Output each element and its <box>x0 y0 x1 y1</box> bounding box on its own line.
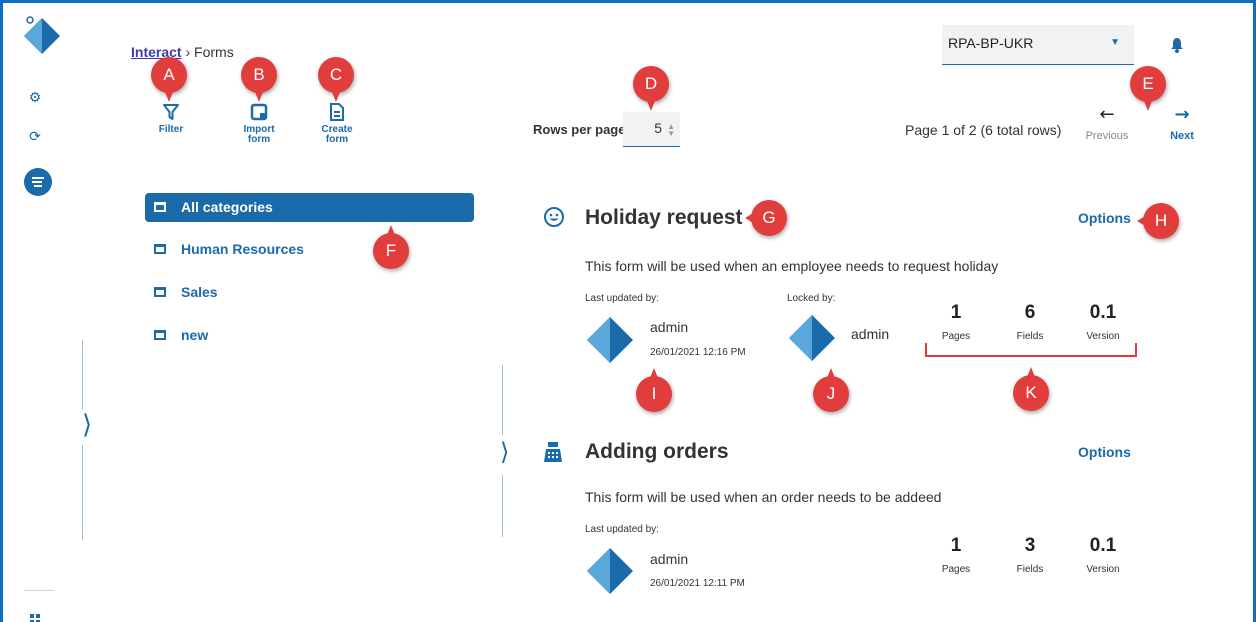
annotation-marker-h: H <box>1137 203 1179 239</box>
import-form-label-2: form <box>247 134 271 145</box>
folder-icon <box>154 330 166 340</box>
last-updated-date: 26/01/2021 12:16 PM <box>650 347 746 358</box>
last-updated-user: admin <box>650 319 689 335</box>
locked-by-user: admin <box>851 326 890 342</box>
version-label: Version <box>1086 564 1120 575</box>
rows-per-page-input[interactable]: 5 ▲ ▼ <box>623 112 680 147</box>
category-label: Sales <box>181 284 218 300</box>
category-all[interactable]: All categories <box>145 193 474 222</box>
split-divider-bottom <box>502 475 503 537</box>
last-updated-user: admin <box>650 551 689 567</box>
version-number: 0.1 <box>1089 302 1117 323</box>
create-form-label-2: form <box>325 134 349 145</box>
annotation-marker-c: C <box>318 57 354 102</box>
last-updated-date: 26/01/2021 12:11 PM <box>650 578 745 589</box>
import-form-button[interactable]: Import form <box>227 103 291 145</box>
rows-per-page-label: Rows per page <box>533 122 626 137</box>
annotation-marker-k: K <box>1013 367 1049 411</box>
fields-label: Fields <box>1016 564 1044 575</box>
user-avatar <box>587 317 633 363</box>
page-info: Page 1 of 2 (6 total rows) <box>905 122 1062 138</box>
previous-label: Previous <box>1085 130 1129 142</box>
breadcrumb-current: Forms <box>194 44 234 60</box>
filter-button[interactable]: Filter <box>139 103 203 135</box>
arrow-right-icon: → <box>1174 104 1190 125</box>
locked-by-label: Locked by: <box>787 293 836 304</box>
annotation-marker-f: F <box>373 225 409 269</box>
annotation-marker-b: B <box>241 57 277 102</box>
apps-grid-icon[interactable] <box>24 608 46 622</box>
next-button[interactable]: → Next <box>1164 104 1200 143</box>
form-title[interactable]: Holiday request <box>585 206 743 230</box>
filter-icon <box>163 104 179 120</box>
category-label: Human Resources <box>181 241 304 257</box>
last-updated-label: Last updated by: <box>585 293 659 304</box>
next-label: Next <box>1170 130 1194 142</box>
user-avatar <box>587 548 633 594</box>
category-sales[interactable]: Sales <box>145 278 474 307</box>
arrow-left-icon: ← <box>1099 104 1115 125</box>
filter-label: Filter <box>158 124 184 135</box>
left-rail: ⚙ ⟳ <box>0 0 82 622</box>
smiley-icon <box>544 207 564 227</box>
form-title[interactable]: Adding orders <box>585 440 729 464</box>
create-form-icon <box>330 103 344 121</box>
category-label: new <box>181 327 209 343</box>
chevron-down-icon: ▼ <box>1110 37 1120 48</box>
expand-sidebar-icon[interactable]: ⟩ <box>82 410 92 440</box>
version-number: 0.1 <box>1089 535 1117 556</box>
folder-icon <box>154 244 166 254</box>
rail-divider <box>24 590 54 591</box>
stepper-arrows-icon[interactable]: ▲ ▼ <box>667 123 675 138</box>
form-description: This form will be used when an employee … <box>585 258 999 274</box>
pages-label: Pages <box>941 564 971 575</box>
environment-value: RPA-BP-UKR <box>948 35 1034 51</box>
digital-exchange-icon[interactable]: ⚙ <box>24 86 46 108</box>
folder-icon <box>154 202 166 212</box>
left-panel-divider-top <box>82 340 83 410</box>
left-panel-divider-bottom <box>82 445 83 540</box>
blue-prism-logo[interactable] <box>22 14 62 54</box>
notification-bell-icon[interactable] <box>1170 37 1184 53</box>
annotation-marker-e: E <box>1130 66 1166 111</box>
rows-per-page-value: 5 <box>654 120 662 136</box>
pages-label: Pages <box>941 331 971 342</box>
fields-count: 3 <box>1024 535 1036 556</box>
create-form-button[interactable]: Create form <box>305 103 369 145</box>
previous-button[interactable]: ← Previous <box>1082 104 1132 143</box>
forms-nav-icon[interactable] <box>24 168 52 196</box>
fields-count: 6 <box>1024 302 1036 323</box>
form-description: This form will be used when an order nee… <box>585 489 942 505</box>
folder-icon <box>154 287 166 297</box>
annotation-marker-a: A <box>151 57 187 102</box>
pages-count: 1 <box>950 535 962 556</box>
pages-count: 1 <box>950 302 962 323</box>
annotation-marker-i: I <box>636 368 672 412</box>
annotation-marker-j: J <box>813 368 849 412</box>
annotation-marker-g: G <box>745 200 787 236</box>
environment-select[interactable]: RPA-BP-UKR ▼ <box>942 25 1134 65</box>
annotation-marker-d: D <box>633 66 669 111</box>
locked-user-avatar <box>789 315 835 361</box>
stats-highlight-bracket <box>925 343 1137 357</box>
category-label: All categories <box>181 199 273 215</box>
category-new[interactable]: new <box>145 321 474 350</box>
fields-label: Fields <box>1016 331 1044 342</box>
category-human-resources[interactable]: Human Resources <box>145 235 474 264</box>
control-room-icon[interactable]: ⟳ <box>24 125 46 147</box>
resize-panel-icon[interactable]: ⟩ <box>500 438 509 466</box>
version-label: Version <box>1086 331 1120 342</box>
last-updated-label: Last updated by: <box>585 524 659 535</box>
options-button[interactable]: Options <box>1078 210 1131 226</box>
import-form-icon <box>250 103 268 121</box>
split-divider-top <box>502 365 503 435</box>
cash-register-icon <box>544 442 562 462</box>
options-button[interactable]: Options <box>1078 444 1131 460</box>
